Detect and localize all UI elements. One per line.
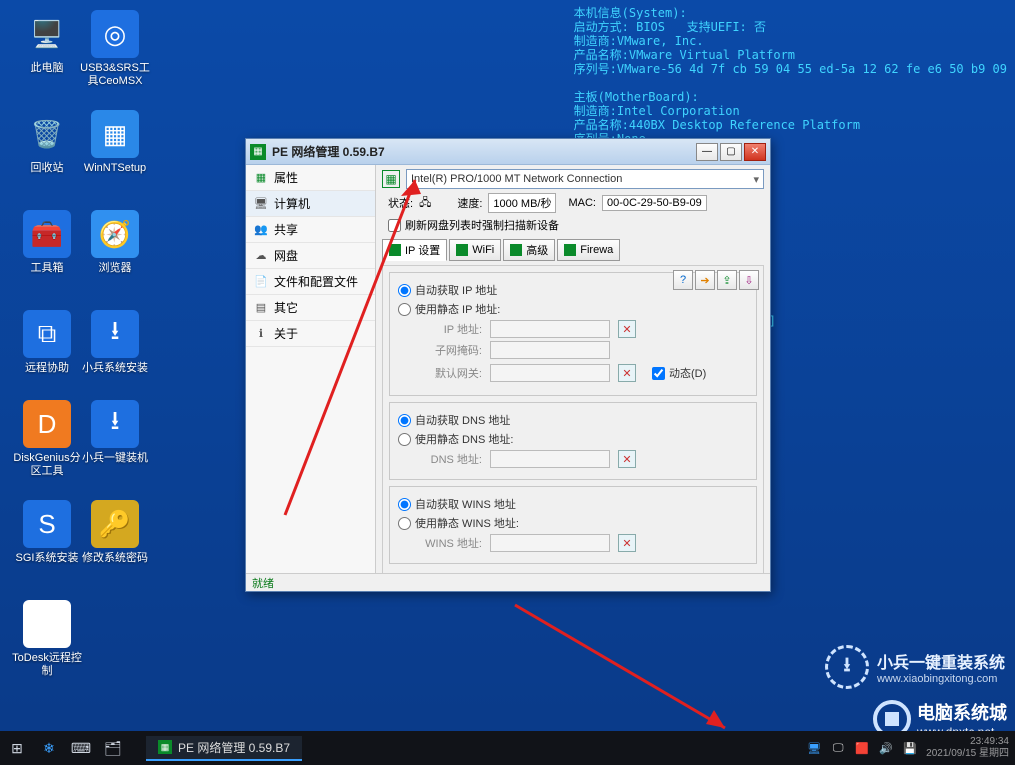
desktop-icon-mod-pwd[interactable]: 🔑修改系统密码 [80, 500, 150, 565]
taskbar-icon-3[interactable]: 🗂 [102, 737, 124, 759]
desktop-icon-remote-assist[interactable]: ⧉远程协助 [12, 310, 82, 375]
window-title: PE 网络管理 0.59.B7 [272, 143, 696, 160]
desktop-icon-xb-install[interactable]: ⭳小兵系统安装 [80, 310, 150, 375]
dns-label: DNS 地址: [412, 451, 482, 467]
dynamic-check[interactable]: 动态(D) [652, 365, 706, 381]
sidebar-icon: ▦ [254, 171, 268, 185]
start-button[interactable]: ⊞ [6, 737, 28, 759]
desktop-icon-sgi-install[interactable]: SSGI系统安装 [12, 500, 82, 565]
sidebar-item-label: 共享 [274, 221, 298, 238]
desktop-icon-recycle[interactable]: 🗑️回收站 [12, 110, 82, 175]
titlebar[interactable]: ▦ PE 网络管理 0.59.B7 — ▢ ✕ [246, 139, 770, 165]
ip-clear-button[interactable]: ✕ [618, 320, 636, 338]
desktop-icon-usb3srs[interactable]: ◎USB3&SRS工具CeoMSX [80, 10, 150, 88]
sidebar-item-label: 其它 [274, 299, 298, 316]
sidebar-icon: ☁ [254, 249, 268, 263]
adapter-dropdown[interactable]: Intel(R) PRO/1000 MT Network Connection▾ [406, 169, 764, 189]
sidebar-item-about[interactable]: ℹ 关于 [246, 321, 375, 347]
taskbar: ⊞ ❄ ⌨ 🗂 ▦ PE 网络管理 0.59.B7 🖥 🖵 🟥 🔊 💾 23:4… [0, 731, 1015, 765]
status-label: 状态: [388, 195, 413, 211]
taskbar-icon-1[interactable]: ❄ [38, 737, 60, 759]
sidebar-item-netdisk[interactable]: ☁ 网盘 [246, 243, 375, 269]
sidebar-icon: 📄 [254, 275, 268, 289]
desktop-icon-winntsetup[interactable]: ▦WinNTSetup [80, 110, 150, 175]
taskbar-clock[interactable]: 23:49:34 2021/09/15 星期四 [926, 736, 1009, 760]
sidebar-item-label: 计算机 [274, 195, 310, 212]
ip-input[interactable] [490, 320, 610, 338]
tabs: IP 设置WiFi高级Firewa [382, 239, 764, 261]
next-button[interactable]: ➔ [695, 270, 715, 290]
refresh-checkbox[interactable]: 刷新网盘列表时强制扫描新设备 [388, 217, 764, 233]
mask-label: 子网掩码: [412, 342, 482, 358]
sidebar-item-label: 关于 [274, 325, 298, 342]
desktop-icon-this-pc[interactable]: 🖥️此电脑 [12, 10, 82, 75]
help-button[interactable]: ? [673, 270, 693, 290]
sidebar-item-properties[interactable]: ▦ 属性 [246, 165, 375, 191]
tab-icon [456, 244, 468, 256]
taskbar-icon-2[interactable]: ⌨ [70, 737, 92, 759]
wins-auto-radio[interactable]: 自动获取 WINS 地址 [398, 496, 748, 512]
ip-static-radio[interactable]: 使用静态 IP 地址: [398, 301, 748, 317]
sidebar-item-label: 网盘 [274, 247, 298, 264]
gw-clear-button[interactable]: ✕ [618, 364, 636, 382]
speed-label: 速度: [457, 195, 482, 211]
minimize-button[interactable]: — [696, 143, 718, 161]
gw-input[interactable] [490, 364, 610, 382]
maximize-button[interactable]: ▢ [720, 143, 742, 161]
import-button[interactable]: ⇩ [739, 270, 759, 290]
desktop-icon-todesk[interactable]: TToDesk远程控制 [12, 600, 82, 678]
dns-input[interactable] [490, 450, 610, 468]
sidebar-item-share[interactable]: 👥 共享 [246, 217, 375, 243]
status-bar: 就绪 [246, 573, 770, 591]
tab-wifi[interactable]: WiFi [449, 239, 501, 261]
mac-label: MAC: [568, 197, 596, 209]
status-icon: 🖧 [419, 194, 431, 213]
tab-firewall[interactable]: Firewa [557, 239, 620, 261]
tab-icon [510, 244, 522, 256]
taskbar-task[interactable]: ▦ PE 网络管理 0.59.B7 [146, 736, 302, 761]
desktop-icon-browser[interactable]: 🧭浏览器 [80, 210, 150, 275]
wins-static-radio[interactable]: 使用静态 WINS 地址: [398, 515, 748, 531]
sidebar-icon: 👥 [254, 223, 268, 237]
sidebar-item-computer[interactable]: 🖥 计算机 [246, 191, 375, 217]
desktop-icon-diskgenius[interactable]: DDiskGenius分区工具 [12, 400, 82, 478]
tray-network-icon[interactable]: 🖥 [806, 740, 822, 756]
mask-input[interactable] [490, 341, 610, 359]
tray-disk-icon[interactable]: 💾 [902, 740, 918, 756]
tray-sound-icon[interactable]: 🔊 [878, 740, 894, 756]
close-button[interactable]: ✕ [744, 143, 766, 161]
export-button[interactable]: ⇪ [717, 270, 737, 290]
sidebar-item-label: 属性 [274, 169, 298, 186]
tab-adv[interactable]: 高级 [503, 239, 555, 261]
tray-monitor-icon[interactable]: 🖵 [830, 740, 846, 756]
sidebar-item-other[interactable]: ▤ 其它 [246, 295, 375, 321]
dns-auto-radio[interactable]: 自动获取 DNS 地址 [398, 412, 748, 428]
wins-label: WINS 地址: [412, 535, 482, 551]
sidebar-item-label: 文件和配置文件 [274, 273, 358, 290]
wins-clear-button[interactable]: ✕ [618, 534, 636, 552]
watermark-xiaobing: ⭳ 小兵一键重装系统 www.xiaobingxitong.com [825, 645, 1005, 689]
adapter-icon: ▦ [382, 170, 400, 188]
tray-color-icon[interactable]: 🟥 [854, 740, 870, 756]
sidebar-icon: ▤ [254, 301, 268, 315]
tab-icon [389, 244, 401, 256]
sidebar: ▦ 属性 🖥 计算机 👥 共享 ☁ 网盘 📄 文件和配置文件 ▤ 其它 ℹ 关于 [246, 165, 376, 573]
dns-clear-button[interactable]: ✕ [618, 450, 636, 468]
sidebar-icon: ℹ [254, 327, 268, 341]
app-icon: ▦ [250, 144, 266, 160]
sidebar-item-files[interactable]: 📄 文件和配置文件 [246, 269, 375, 295]
wins-input[interactable] [490, 534, 610, 552]
pe-network-window: ▦ PE 网络管理 0.59.B7 — ▢ ✕ ▦ 属性 🖥 计算机 👥 共享 ☁ 网盘 📄 文件… [245, 138, 771, 592]
speed-value: 1000 MB/秒 [488, 193, 556, 213]
dns-static-radio[interactable]: 使用静态 DNS 地址: [398, 431, 748, 447]
tab-ip[interactable]: IP 设置 [382, 239, 447, 261]
ip-label: IP 地址: [412, 321, 482, 337]
gw-label: 默认网关: [412, 365, 482, 381]
desktop-icon-toolbox[interactable]: 🧰工具箱 [12, 210, 82, 275]
tab-icon [564, 244, 576, 256]
desktop-icon-xb-oneclick[interactable]: ⭳小兵一键装机 [80, 400, 150, 465]
main-panel: ▦ Intel(R) PRO/1000 MT Network Connectio… [376, 165, 770, 573]
sidebar-icon: 🖥 [254, 197, 268, 211]
mac-value: 00-0C-29-50-B9-09 [602, 195, 707, 211]
